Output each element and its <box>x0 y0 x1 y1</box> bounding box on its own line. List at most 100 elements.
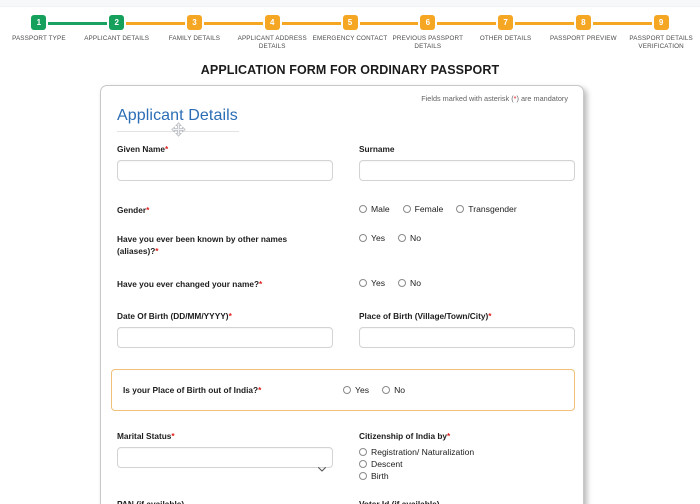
surname-label-text: Surname <box>359 144 395 154</box>
gender-radio-female[interactable] <box>402 205 411 213</box>
place-of-birth-out-of-india-box: Is your Place of Birth out of India?* Ye… <box>111 369 575 411</box>
given-name-label-text: Given Name <box>117 144 165 154</box>
changed-name-radio-yes[interactable] <box>359 279 367 287</box>
stepper-badge-1: 1 <box>31 15 47 30</box>
gender-option-transgender-label: Transgender <box>468 204 517 214</box>
citizenship-radio-descent[interactable] <box>359 460 367 468</box>
stepper-item-family-details[interactable]: 3 FAMILY DETAILS <box>156 7 234 43</box>
changed-name-label-text: Have you ever changed your name? <box>117 279 260 289</box>
citizenship-option-descent[interactable]: Descent <box>359 459 569 469</box>
surname-input[interactable] <box>359 160 575 181</box>
citizenship-option-registration[interactable]: Registration/ Naturalization <box>359 447 569 457</box>
gender-required: * <box>146 205 150 215</box>
pob-out-of-india-label: Is your Place of Birth out of India?* <box>123 384 343 396</box>
row-pan-voter: PAN (if available) Voter Id (if availabl… <box>101 498 583 504</box>
marital-status-select-wrap <box>117 447 333 472</box>
stepper-item-applicant-address-details[interactable]: 4 APPLICANT ADDRESS DETAILS <box>233 7 311 52</box>
citizenship-radio-birth[interactable] <box>359 472 367 480</box>
citizenship-label-text: Citizenship of India by <box>359 431 448 441</box>
row-names: Given Name* Surname <box>101 143 583 181</box>
progress-stepper: 1 PASSPORT TYPE 2 APPLICANT DETAILS 3 FA… <box>0 7 700 52</box>
field-changed-name-options: Yes No <box>343 278 583 290</box>
mandatory-note-prefix: Fields marked with asterisk ( <box>421 94 514 103</box>
marital-status-label-text: Marital Status <box>117 431 172 441</box>
marital-status-select[interactable] <box>117 447 333 468</box>
aliases-label-text: Have you ever been known by other names … <box>117 234 288 256</box>
field-gender-options: Male Female Transgender <box>343 204 583 216</box>
citizenship-option-descent-label: Descent <box>371 459 403 469</box>
citizenship-option-birth[interactable]: Birth <box>359 471 569 481</box>
field-gender-label: Gender* <box>101 204 343 216</box>
aliases-required: * <box>155 246 159 256</box>
field-changed-name-label: Have you ever changed your name?* <box>101 278 343 290</box>
stepper-badge-9: 9 <box>653 15 669 30</box>
applicant-details-form: Given Name* Surname Gender* Male Female … <box>101 143 583 504</box>
stepper-item-previous-passport-details[interactable]: 6 PREVIOUS PASSPORT DETAILS <box>389 7 467 52</box>
stepper-item-applicant-details[interactable]: 2 APPLICANT DETAILS <box>78 7 156 43</box>
dob-label-text: Date Of Birth (DD/MM/YYYY) <box>117 311 229 321</box>
field-pan: PAN (if available) <box>101 498 343 504</box>
surname-label: Surname <box>359 143 569 155</box>
dob-input[interactable] <box>117 327 333 348</box>
stepper-label-5: EMERGENCY CONTACT <box>312 35 388 42</box>
place-of-birth-label-text: Place of Birth (Village/Town/City) <box>359 311 489 321</box>
pob-out-of-india-required: * <box>258 385 262 395</box>
aliases-radio-yes[interactable] <box>359 234 367 242</box>
aliases-option-yes-label: Yes <box>371 233 386 243</box>
field-surname: Surname <box>343 143 583 181</box>
row-aliases: Have you ever been known by other names … <box>101 233 583 257</box>
changed-name-radio-no[interactable] <box>398 279 407 287</box>
changed-name-label: Have you ever changed your name?* <box>117 278 327 290</box>
stepper-badge-6: 6 <box>420 15 436 30</box>
stepper-items: 1 PASSPORT TYPE 2 APPLICANT DETAILS 3 FA… <box>0 7 700 52</box>
stepper-label-9: PASSPORT DETAILS VERIFICATION <box>629 35 693 51</box>
place-of-birth-required: * <box>488 311 492 321</box>
field-given-name: Given Name* <box>101 143 343 181</box>
row-gender: Gender* Male Female Transgender <box>101 204 583 216</box>
stepper-badge-8: 8 <box>575 15 591 30</box>
citizenship-label: Citizenship of India by* <box>359 430 569 442</box>
pob-out-of-india-label-wrap: Is your Place of Birth out of India?* <box>112 384 343 396</box>
stepper-item-emergency-contact[interactable]: 5 EMERGENCY CONTACT <box>311 7 389 43</box>
pob-out-of-india-radio-yes[interactable] <box>343 386 352 394</box>
field-citizenship: Citizenship of India by* Registration/ N… <box>343 430 583 481</box>
citizenship-option-birth-label: Birth <box>371 471 389 481</box>
stepper-label-4: APPLICANT ADDRESS DETAILS <box>237 35 307 51</box>
browser-top-strip <box>0 0 700 7</box>
pob-out-of-india-option-yes-label: Yes <box>355 385 370 395</box>
row-marital-citizenship: Marital Status* Citizenship of India by* <box>101 430 583 481</box>
stepper-item-other-details[interactable]: 7 OTHER DETAILS <box>467 7 545 43</box>
stepper-label-1: PASSPORT TYPE <box>12 35 66 42</box>
stepper-item-passport-preview[interactable]: 8 PASSPORT PREVIEW <box>544 7 622 43</box>
stepper-label-2: APPLICANT DETAILS <box>84 35 150 42</box>
pan-label-text: PAN (if available) <box>117 499 185 504</box>
marital-status-label: Marital Status* <box>117 430 327 442</box>
stepper-item-passport-details-verification[interactable]: 9 PASSPORT DETAILS VERIFICATION <box>622 7 700 52</box>
stepper-badge-2: 2 <box>109 15 125 30</box>
citizenship-radio-group: Registration/ Naturalization Descent Bir… <box>359 447 569 481</box>
field-marital-status: Marital Status* <box>101 430 343 481</box>
pob-out-of-india-radio-group: Yes No <box>343 385 574 395</box>
given-name-input[interactable] <box>117 160 333 181</box>
aliases-radio-no[interactable] <box>398 234 407 242</box>
pob-out-of-india-radio-no[interactable] <box>382 386 391 394</box>
stepper-item-passport-type[interactable]: 1 PASSPORT TYPE <box>0 7 78 43</box>
gender-radio-male[interactable] <box>359 205 367 213</box>
pob-out-of-india-options: Yes No <box>343 385 574 395</box>
field-aliases-label: Have you ever been known by other names … <box>101 233 343 257</box>
stepper-label-8: PASSPORT PREVIEW <box>549 35 617 42</box>
aliases-label: Have you ever been known by other names … <box>117 233 322 257</box>
changed-name-radio-group: Yes No <box>359 278 569 288</box>
changed-name-required: * <box>259 279 263 289</box>
gender-radio-transgender[interactable] <box>456 205 465 213</box>
stepper-label-3: FAMILY DETAILS <box>168 35 221 42</box>
given-name-label: Given Name* <box>117 143 327 155</box>
place-of-birth-input[interactable] <box>359 327 575 348</box>
dob-required: * <box>228 311 232 321</box>
gender-option-male-label: Male <box>371 204 390 214</box>
citizenship-radio-registration[interactable] <box>359 448 367 456</box>
changed-name-option-yes-label: Yes <box>371 278 386 288</box>
aliases-option-no-label: No <box>410 233 422 243</box>
place-of-birth-label: Place of Birth (Village/Town/City)* <box>359 310 569 322</box>
pob-out-of-india-option-no-label: No <box>394 385 406 395</box>
